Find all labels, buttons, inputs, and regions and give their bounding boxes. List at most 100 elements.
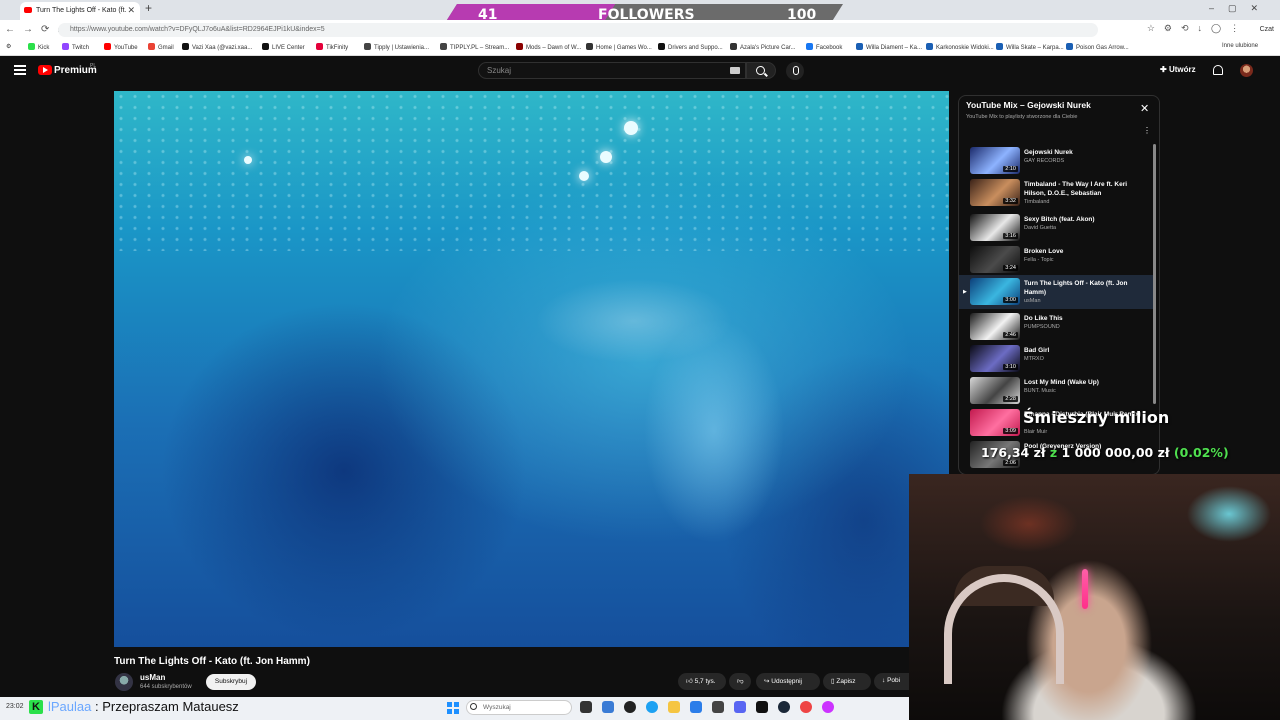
playlist-thumbnail[interactable]: 3:16: [970, 214, 1020, 241]
windows-start-icon[interactable]: [447, 702, 459, 714]
like-button[interactable]: 👍︎ 5,7 tys.: [678, 673, 726, 690]
youtube-logo-icon[interactable]: [38, 65, 52, 75]
discord-icon[interactable]: [734, 701, 746, 713]
store-icon[interactable]: [690, 701, 702, 713]
playlist-thumbnail[interactable]: 3:00: [970, 278, 1020, 305]
profile-label[interactable]: Czat: [1260, 26, 1274, 33]
steam-client-icon[interactable]: [778, 701, 790, 713]
playlist-item[interactable]: ▶ 3:00 Turn The Lights Off - Kato (ft. Jon…: [959, 275, 1153, 309]
share-label: Udostępnij: [771, 678, 802, 685]
voice-search-icon[interactable]: [786, 62, 804, 80]
playlist-thumbnail[interactable]: 2:28: [970, 377, 1020, 404]
bookmark-favicon-icon: [516, 43, 523, 50]
youtube-region: PL: [90, 63, 97, 69]
bookmark-item[interactable]: Tipply | Ustawienia...: [364, 43, 429, 51]
browser-toolbar-icons[interactable]: ☆⚙⟲↓◯⋮ Czat: [1147, 23, 1274, 34]
thumbs-down-icon: 👎︎: [737, 678, 744, 685]
subscribe-button[interactable]: Subskrybuj: [206, 674, 256, 690]
search-button[interactable]: [746, 62, 776, 79]
playlist-thumbnail[interactable]: 2:46: [970, 313, 1020, 340]
bookmark-label: LIVE Center: [272, 45, 305, 51]
apps-icon[interactable]: ⚙: [6, 43, 11, 50]
avatar[interactable]: [1240, 64, 1253, 77]
playlist-item[interactable]: 2:28 Lost My Mind (Wake Up) BUNT. Music: [959, 374, 1153, 406]
new-tab-icon[interactable]: +: [145, 1, 152, 15]
bookmark-item[interactable]: Kick: [28, 43, 49, 51]
window-controls[interactable]: –▢✕: [1209, 3, 1272, 14]
playlist-thumbnail[interactable]: 3:24: [970, 246, 1020, 273]
thumbs-up-icon: 👍︎: [686, 678, 695, 685]
playlist-item[interactable]: 2:10 Gejowski Nurek GAY RECORDS: [959, 144, 1153, 176]
bookmark-favicon-icon: [182, 43, 189, 50]
close-tab-icon[interactable]: ✕: [127, 5, 135, 16]
playlist-duration: 3:32: [1003, 198, 1018, 204]
file-explorer-icon[interactable]: [668, 701, 680, 713]
download-button[interactable]: ↓ Pobi: [874, 673, 909, 690]
widgets-icon[interactable]: [602, 701, 614, 713]
steam-icon[interactable]: [624, 701, 636, 713]
bookmark-item[interactable]: Drivers and Suppo...: [658, 43, 723, 51]
playlist-item-title: Bad Girl: [1024, 347, 1050, 354]
playlist-thumbnail[interactable]: 3:32: [970, 179, 1020, 206]
playlist-scrollbar[interactable]: [1153, 144, 1156, 404]
playlist-duration: 3:09: [1003, 428, 1018, 434]
taskbar-search-input[interactable]: Wyszukaj: [466, 700, 572, 715]
bookmark-item[interactable]: Willa Diament – Ka...: [856, 43, 922, 51]
playlist-item[interactable]: 3:16 Sexy Bitch (feat. Akon) David Guetta: [959, 211, 1153, 243]
playlist-thumbnail[interactable]: 3:10: [970, 345, 1020, 372]
chrome-icon[interactable]: [800, 701, 812, 713]
playlist-thumbnail[interactable]: 2:10: [970, 147, 1020, 174]
video-frame-light: [624, 121, 638, 135]
menu-icon[interactable]: [14, 65, 26, 75]
bookmark-item[interactable]: Willa Skate – Karpa...: [996, 43, 1064, 51]
playlist-item[interactable]: 2:46 Do Like This PUMPSOUND: [959, 310, 1153, 342]
bookmark-favicon-icon: [730, 43, 737, 50]
playlist-item[interactable]: 3:24 Broken Love Fella - Topic: [959, 243, 1153, 275]
dislike-button[interactable]: 👎︎: [729, 673, 751, 690]
bookmark-item[interactable]: Poison Gas Arrow...: [1066, 43, 1129, 51]
bookmark-favicon-icon: [440, 43, 447, 50]
chat-separator: :: [95, 699, 99, 714]
video-player[interactable]: [114, 91, 949, 647]
edge-icon[interactable]: [646, 701, 658, 713]
terminal-icon[interactable]: [756, 701, 768, 713]
close-icon[interactable]: ✕: [1140, 102, 1149, 115]
bookmark-item[interactable]: Home | Games Wo...: [586, 43, 652, 51]
save-button[interactable]: ▯ Zapisz: [823, 673, 871, 690]
bookmark-item[interactable]: Vazi Xaa (@vazi.xaa...: [182, 43, 252, 51]
bookmark-item[interactable]: TikFinity: [316, 43, 348, 51]
share-button[interactable]: ↪ Udostępnij: [756, 673, 820, 690]
bookmark-label: TikFinity: [326, 45, 349, 51]
obs-icon[interactable]: [822, 701, 834, 713]
bookmark-item[interactable]: Karkonoskie Widoki...: [926, 43, 994, 51]
settings-icon[interactable]: [712, 701, 724, 713]
playlist-title[interactable]: YouTube Mix – Gejowski Nurek: [966, 100, 1091, 110]
url-field[interactable]: https://www.youtube.com/watch?v=DFyQLJ7o…: [58, 23, 1098, 37]
notifications-icon[interactable]: [1213, 65, 1223, 75]
other-bookmarks[interactable]: Inne ulubione: [1222, 43, 1258, 49]
playlist-item-title: Broken Love: [1024, 248, 1064, 255]
more-options-icon[interactable]: ⋮: [1143, 126, 1151, 135]
plus-icon: ✚: [1160, 65, 1169, 74]
channel-name[interactable]: usMan: [140, 673, 165, 682]
bookmark-item[interactable]: Twitch: [62, 43, 89, 51]
task-view-icon[interactable]: [580, 701, 592, 713]
create-button[interactable]: ✚ Utwórz: [1160, 65, 1196, 74]
bookmark-item[interactable]: TIPPLY.PL – Stream...: [440, 43, 509, 51]
bookmark-item[interactable]: Mods – Dawn of W...: [516, 43, 581, 51]
bookmark-item[interactable]: Facebook: [806, 43, 842, 51]
channel-avatar[interactable]: [115, 673, 133, 691]
bookmark-item[interactable]: LIVE Center: [262, 43, 305, 51]
playlist-item[interactable]: 3:32 Timbaland - The Way I Are ft. Keri H…: [959, 176, 1153, 208]
playlist-item-title: Sexy Bitch (feat. Akon): [1024, 216, 1095, 223]
browser-tab[interactable]: Turn The Lights Off - Kato (ft. ✕: [20, 2, 140, 20]
playlist-thumbnail[interactable]: 3:09: [970, 409, 1020, 436]
save-label: Zapisz: [836, 678, 856, 685]
search-input[interactable]: Szukaj: [478, 62, 746, 79]
playlist-item[interactable]: 3:10 Bad Girl MTRXO: [959, 342, 1153, 374]
bookmark-item[interactable]: Azala's Picture Car...: [730, 43, 796, 51]
kick-logo-icon: K: [29, 700, 43, 714]
bookmark-item[interactable]: Gmail: [148, 43, 174, 51]
bookmark-item[interactable]: YouTube: [104, 43, 138, 51]
keyboard-icon[interactable]: [730, 67, 740, 74]
